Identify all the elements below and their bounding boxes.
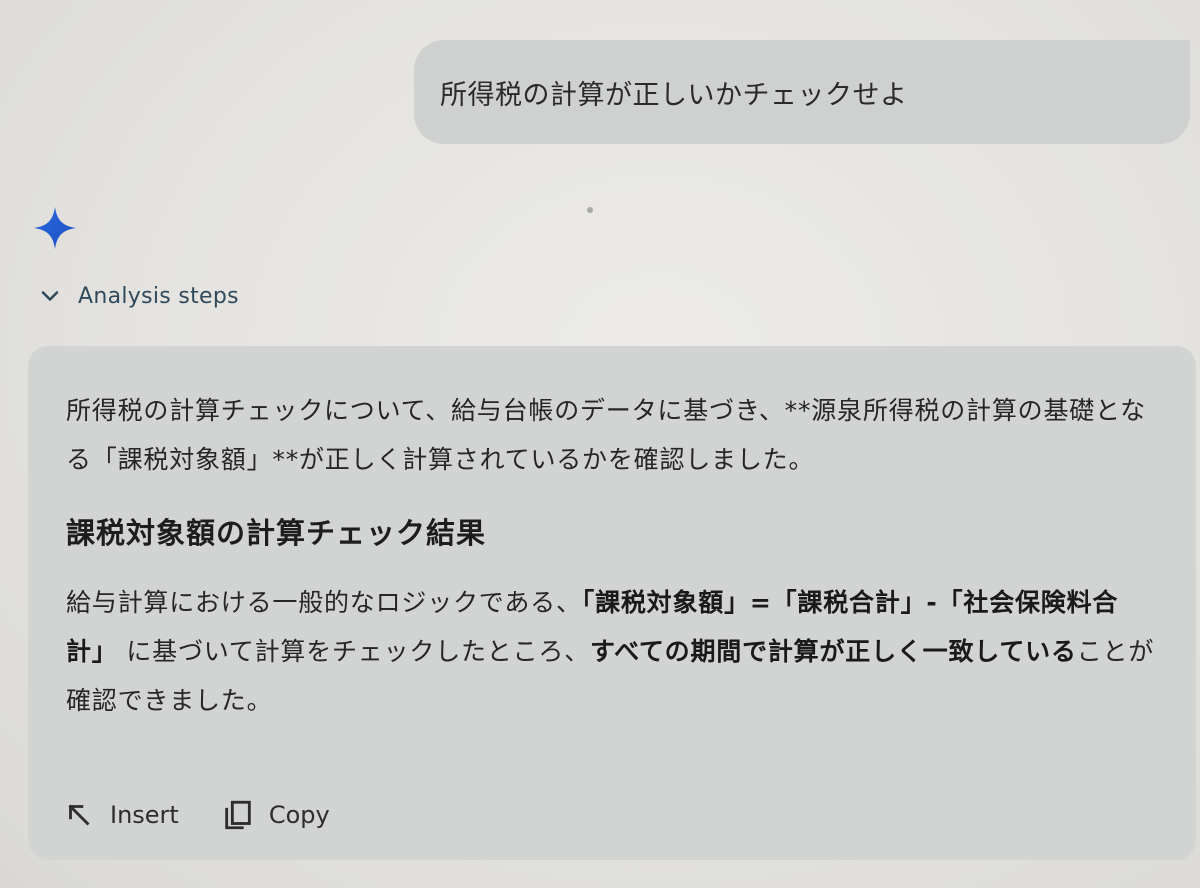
analysis-steps-label: Analysis steps <box>78 283 239 309</box>
analysis-steps-toggle[interactable]: Analysis steps <box>36 276 239 316</box>
response-actions: Insert Copy <box>62 798 330 832</box>
copy-button[interactable]: Copy <box>221 798 330 832</box>
insert-arrow-icon <box>68 804 90 826</box>
body-bold-result: すべての期間で計算が正しく一致している <box>590 637 1077 666</box>
body-text-2: に基づいて計算をチェックしたところ、 <box>117 637 591 666</box>
gemini-sparkle-icon <box>33 206 77 250</box>
response-body: 給与計算における一般的なロジックである、「課税対象額」=「課税合計」-「社会保険… <box>66 578 1160 725</box>
chevron-down-icon <box>41 291 59 301</box>
screen-speck <box>587 207 593 213</box>
insert-button[interactable]: Insert <box>62 798 179 832</box>
user-message-text: 所得税の計算が正しいかチェックせよ <box>440 79 908 111</box>
copy-label: Copy <box>268 801 330 829</box>
user-message-bubble: 所得税の計算が正しいかチェックせよ <box>414 40 1190 144</box>
insert-label: Insert <box>110 801 179 829</box>
body-text-1: 給与計算における一般的なロジックである、 <box>66 588 582 617</box>
copy-icon <box>225 800 251 830</box>
response-heading: 課税対象額の計算チェック結果 <box>66 516 487 550</box>
response-card: 所得税の計算チェックについて、給与台帳のデータに基づき、**源泉所得税の計算の基… <box>28 346 1196 860</box>
response-intro: 所得税の計算チェックについて、給与台帳のデータに基づき、**源泉所得税の計算の基… <box>66 396 1146 474</box>
